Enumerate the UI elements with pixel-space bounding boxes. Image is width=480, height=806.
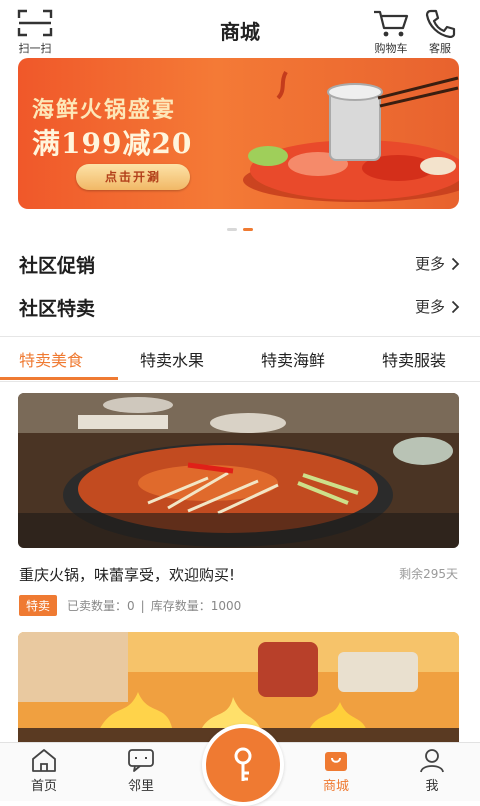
product-title[interactable]: 重庆火锅，味蕾享受，欢迎购买! — [19, 564, 235, 585]
banner-cta-button[interactable]: 点击开涮 — [76, 164, 190, 190]
nav-home-label: 首页 — [30, 779, 57, 794]
banner-title: 海鲜火锅盛宴 — [32, 97, 177, 123]
carousel-dot-active[interactable] — [243, 228, 253, 231]
cart-icon — [374, 10, 409, 37]
nav-shop[interactable]: 商城 — [306, 747, 366, 794]
chevron-right-icon — [451, 300, 460, 313]
nav-me[interactable]: 我 — [402, 747, 462, 794]
section-community-sale: 社区特卖 更多 — [0, 286, 480, 326]
chat-icon — [128, 749, 154, 772]
carousel-indicator — [0, 228, 480, 231]
hotpot-photo — [18, 393, 459, 548]
stock-count: 库存数量：1000 — [150, 599, 242, 613]
divider — [0, 381, 480, 382]
nav-neighbors-label: 邻里 — [127, 779, 154, 794]
active-tab-indicator — [0, 377, 118, 380]
tab-clothing[interactable]: 特卖服装 — [382, 347, 446, 371]
key-icon — [234, 747, 252, 781]
meta-separator: | — [140, 598, 145, 613]
section-community-promo: 社区促销 更多 — [0, 243, 480, 283]
service-button[interactable]: 客服 — [423, 8, 457, 56]
phone-icon — [425, 9, 456, 38]
product-meta: 特卖 已卖数量：0 | 库存数量：1000 — [19, 595, 241, 616]
section-title: 社区促销 — [19, 255, 96, 277]
home-icon — [32, 749, 56, 772]
service-label: 客服 — [429, 42, 451, 55]
nav-home[interactable]: 首页 — [14, 747, 74, 794]
cart-button[interactable]: 购物车 — [372, 8, 410, 56]
top-bar: 扫一扫 商城 购物车 客服 — [0, 0, 480, 58]
section-title: 社区特卖 — [19, 298, 96, 320]
more-link-promo[interactable]: 更多 — [415, 253, 460, 274]
sold-count: 已卖数量：0 — [67, 599, 135, 613]
user-icon — [420, 749, 444, 773]
nav-me-label: 我 — [425, 779, 439, 794]
tab-fruit[interactable]: 特卖水果 — [140, 347, 204, 371]
more-link-sale[interactable]: 更多 — [415, 296, 460, 317]
nav-neighbors[interactable]: 邻里 — [111, 747, 171, 794]
carousel-dot[interactable] — [227, 228, 237, 231]
banner-promo: 满199减20 — [32, 127, 193, 160]
center-key-button[interactable] — [202, 724, 284, 806]
chevron-right-icon — [451, 257, 460, 270]
product-remaining-days: 剩余295天 — [399, 567, 458, 581]
shop-bag-icon — [325, 752, 347, 771]
tab-seafood[interactable]: 特卖海鲜 — [261, 347, 325, 371]
category-tabs: 特卖美食 特卖水果 特卖海鲜 特卖服装 — [0, 337, 480, 381]
product-image-hotpot[interactable] — [18, 393, 459, 548]
tab-food[interactable]: 特卖美食 — [19, 347, 83, 371]
more-label: 更多 — [414, 255, 445, 273]
sale-badge: 特卖 — [19, 595, 58, 616]
cart-label: 购物车 — [374, 42, 408, 55]
nav-shop-label: 商城 — [322, 779, 349, 794]
more-label: 更多 — [414, 298, 445, 316]
promo-banner[interactable]: 海鲜火锅盛宴 满199减20 点击开涮 — [18, 58, 459, 209]
